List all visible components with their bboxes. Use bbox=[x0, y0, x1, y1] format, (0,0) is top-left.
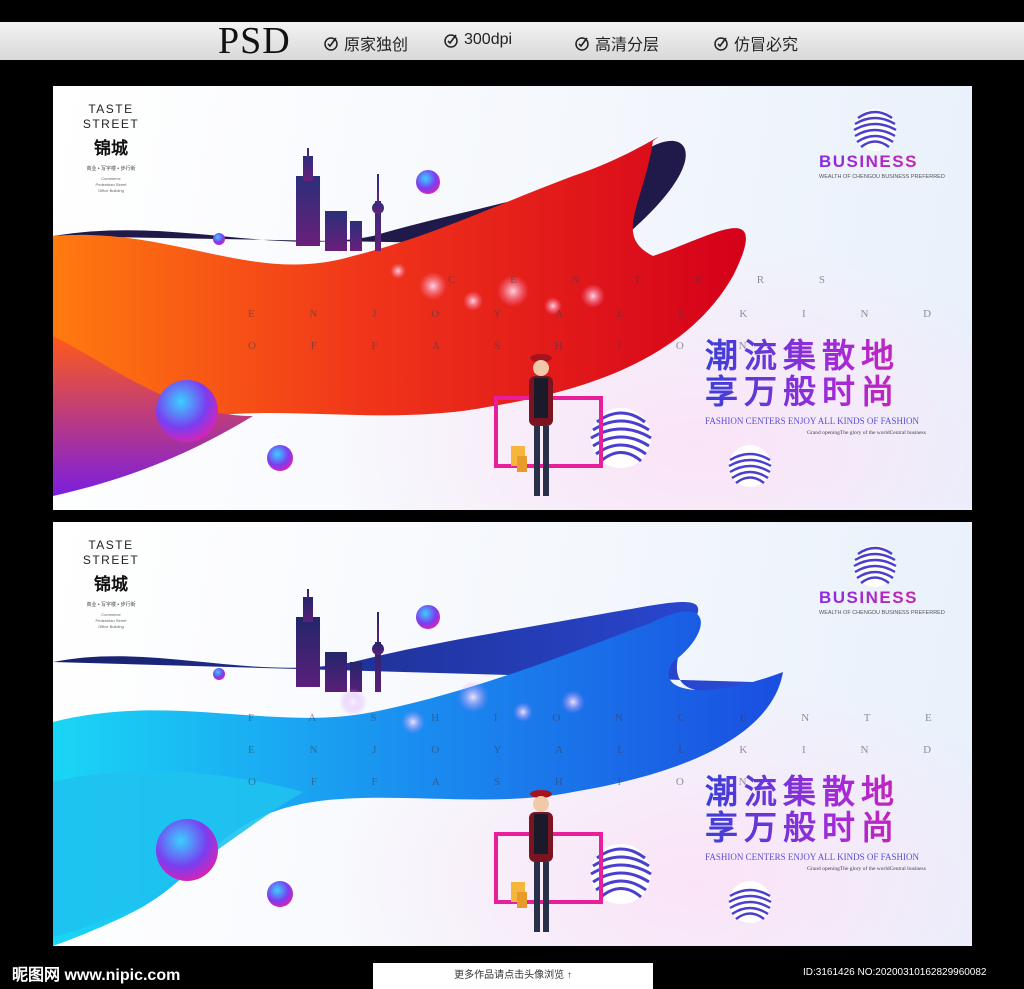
poster-artwork bbox=[53, 545, 897, 946]
feature-layers: 高清分层 bbox=[573, 31, 659, 55]
feature-original: 原家独创 bbox=[322, 31, 408, 55]
check-icon bbox=[714, 37, 728, 51]
scatter-text-2: E N J O Y A L L K I N D S bbox=[248, 308, 972, 320]
brand-tagline: 商业 • 写字楼 • 步行街 bbox=[86, 166, 136, 172]
brand-logo: TASTE STREET 锦城 商业 • 写字楼 • 步行街 Commerce … bbox=[79, 102, 143, 194]
slogan-block: 潮流集散地 享万般时尚 FASHION CENTERS ENJOY ALL KI… bbox=[705, 338, 965, 437]
feature-label: 高清分层 bbox=[595, 37, 660, 54]
business-block: BUSINESS WEALTH OF CHENGDU BUSINESS PREF… bbox=[819, 588, 959, 616]
slogan-line1: 潮流集散地 bbox=[705, 338, 965, 374]
feature-label: 原家独创 bbox=[344, 37, 409, 54]
brand-tagline: 商业 • 写字楼 • 步行街 bbox=[86, 602, 136, 608]
striped-globe-top bbox=[853, 109, 897, 151]
poster-red: C E N T E R S E N J O Y A L L K I N D S … bbox=[53, 86, 972, 510]
image-id-text: ID:3161426 NO:20200310162829960082 bbox=[803, 967, 987, 978]
striped-globe-bottom bbox=[728, 445, 772, 487]
footer-bar: 昵图网 www.nipic.com 更多作品请点击头像浏览 ↑ ID:31614… bbox=[0, 955, 1024, 989]
business-subtitle: WEALTH OF CHENGDU BUSINESS PREFERRED bbox=[819, 610, 945, 616]
sphere-tiny bbox=[213, 233, 225, 245]
check-icon bbox=[324, 37, 338, 51]
scatter-text-1: F A S H I O N C E N T E R S bbox=[248, 712, 972, 724]
sphere-top bbox=[416, 170, 440, 194]
brand-small-line: Office Building bbox=[98, 188, 124, 193]
business-title: BUSINESS bbox=[819, 152, 959, 172]
city-skyline bbox=[296, 148, 384, 251]
brand-name: 锦城 bbox=[94, 575, 128, 594]
poster-artwork bbox=[53, 109, 897, 496]
brand-line1: TASTE bbox=[88, 102, 134, 116]
feature-label: 仿冒必究 bbox=[734, 37, 799, 54]
scatter-text-1: C E N T E R S bbox=[448, 274, 851, 286]
scatter-text-2: E N J O Y A L L K I N D S bbox=[248, 744, 972, 756]
brand-logo: TASTE STREET 锦城 商业 • 写字楼 • 步行街 Commerce … bbox=[79, 538, 143, 630]
slogan-english-small: Grand openingThe glory of the worldCentr… bbox=[807, 430, 926, 436]
check-icon bbox=[575, 37, 589, 51]
slogan-line2: 享万般时尚 bbox=[705, 810, 965, 846]
woman-figure bbox=[511, 790, 553, 932]
slogan-english: FASHION CENTERS ENJOY ALL KINDS OF FASHI… bbox=[705, 852, 920, 862]
scatter-text-3: O F F A S H I O N bbox=[248, 776, 773, 788]
sphere-small bbox=[267, 445, 293, 471]
brand-name: 锦城 bbox=[94, 139, 128, 158]
brand-line1: TASTE bbox=[88, 538, 134, 552]
slogan-line2: 享万般时尚 bbox=[705, 374, 965, 410]
city-skyline bbox=[296, 589, 384, 692]
striped-globe-bottom bbox=[728, 881, 772, 923]
check-icon bbox=[444, 34, 458, 48]
slogan-block: 潮流集散地 享万般时尚 FASHION CENTERS ENJOY ALL KI… bbox=[705, 774, 965, 873]
sphere-large bbox=[156, 380, 218, 442]
feature-label: 300dpi bbox=[464, 31, 513, 48]
more-works-button[interactable]: 更多作品请点击头像浏览 ↑ bbox=[373, 963, 653, 989]
psd-label: PSD bbox=[218, 20, 291, 62]
business-subtitle: WEALTH OF CHENGDU BUSINESS PREFERRED bbox=[819, 174, 945, 180]
watermark-ribbon: PSD 原家独创 300dpi 高清分层 仿冒必究 bbox=[0, 22, 1024, 60]
brand-line2: STREET bbox=[82, 117, 140, 131]
sphere-small bbox=[267, 881, 293, 907]
sphere-large bbox=[156, 819, 218, 881]
slogan-english-small: Grand openingThe glory of the worldCentr… bbox=[807, 866, 926, 872]
poster-blue: F A S H I O N C E N T E R S E N J O Y A … bbox=[53, 522, 972, 946]
brand-small-line: Office Building bbox=[98, 624, 124, 629]
business-title: BUSINESS bbox=[819, 588, 959, 608]
sphere-top bbox=[416, 605, 440, 629]
brand-line2: STREET bbox=[82, 553, 140, 567]
scatter-text-3: O F F A S H I O N bbox=[248, 340, 773, 352]
business-block: BUSINESS WEALTH OF CHENGDU BUSINESS PREF… bbox=[819, 152, 959, 180]
striped-globe-top bbox=[853, 545, 897, 587]
slogan-english: FASHION CENTERS ENJOY ALL KINDS OF FASHI… bbox=[705, 416, 920, 426]
slogan-line1: 潮流集散地 bbox=[705, 774, 965, 810]
feature-dpi: 300dpi bbox=[442, 31, 512, 49]
feature-copyright: 仿冒必究 bbox=[712, 31, 798, 55]
site-logo[interactable]: 昵图网 www.nipic.com bbox=[12, 961, 180, 985]
sphere-tiny bbox=[213, 668, 225, 680]
